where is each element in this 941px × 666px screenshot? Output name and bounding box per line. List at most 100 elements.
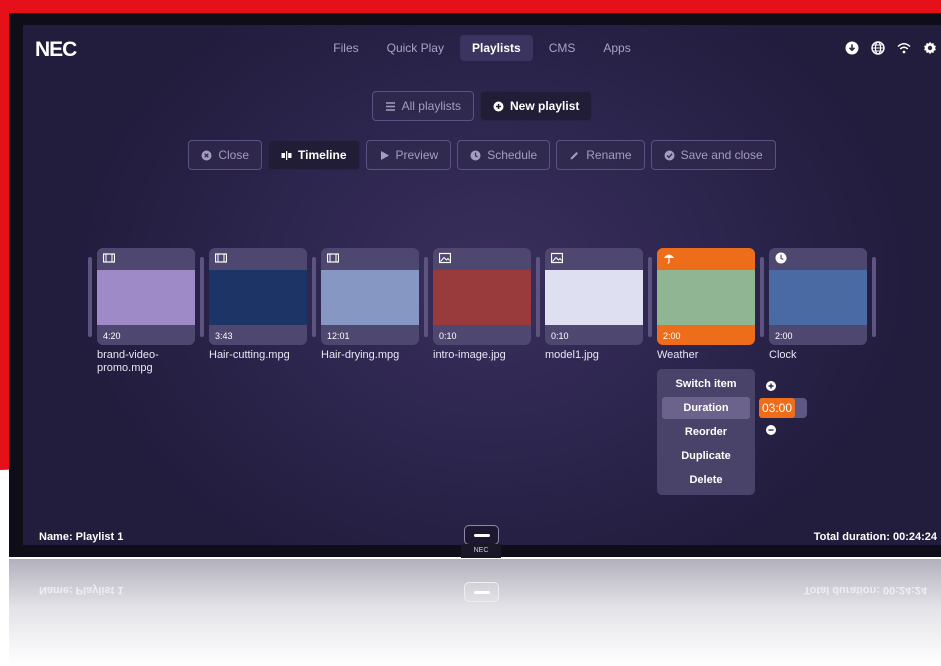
play-icon [380,150,389,160]
preview-button[interactable]: Preview [365,140,452,170]
nav-cms[interactable]: CMS [537,35,588,61]
menu-switch-item[interactable]: Switch item [657,373,755,395]
insert-separator[interactable] [760,257,764,337]
plus-circle-icon [493,101,504,111]
product-photo: NEC Files Quick Play Playlists CMS Apps [0,0,941,666]
menu-duplicate[interactable]: Duplicate [657,445,755,467]
playlist-item-tile[interactable]: 4:20 [97,248,195,345]
clock-icon [775,252,787,264]
umbrella-icon [663,254,675,264]
menu-duration[interactable]: Duration [662,397,750,419]
top-nav: Files Quick Play Playlists CMS Apps [23,35,941,61]
schedule-label: Schedule [487,148,538,162]
playlist-item-tile[interactable]: 0:10 [433,248,531,345]
film-icon [215,253,227,263]
playlist-timeline: 4:20 brand-video-promo.mpg 3:43 Hair-cut… [88,237,876,377]
nav-apps[interactable]: Apps [591,35,642,61]
item-thumbnail [97,270,195,325]
schedule-button[interactable]: Schedule [457,140,551,170]
duration-value[interactable]: 03:00 [759,398,796,418]
item-duration: 4:20 [103,331,121,341]
menu-reorder[interactable]: Reorder [657,421,755,443]
clock-icon [470,150,481,160]
bezel-logo: NEC [461,544,501,558]
minus-icon [474,534,490,537]
globe-icon[interactable] [871,41,885,55]
app-screen: NEC Files Quick Play Playlists CMS Apps [23,25,941,545]
rename-button[interactable]: Rename [556,140,645,170]
reflected-total-duration: Total duration: 00:24:24 [803,584,927,596]
item-duration: 12:01 [327,331,350,341]
item-thumbnail [209,270,307,325]
list-icon [385,101,395,111]
image-icon [551,252,563,264]
nav-files[interactable]: Files [321,35,370,61]
item-thumbnail [769,270,867,325]
item-duration: 2:00 [663,331,681,341]
playlist-item-tile[interactable]: 0:10 [545,248,643,345]
menu-delete[interactable]: Delete [657,469,755,491]
nav-playlists[interactable]: Playlists [459,35,533,61]
close-label: Close [218,148,250,162]
playlist-item-tile-selected[interactable]: 2:00 [657,248,755,345]
system-icons [845,41,937,55]
gear-icon[interactable] [923,41,937,55]
insert-separator[interactable] [88,257,92,337]
close-circle-icon [201,150,212,160]
item-name: brand-video-promo.mpg [97,349,159,374]
item-duration: 3:43 [215,331,233,341]
editor-toolbar: Close Timeline Preview Schedule Rename S… [23,140,941,170]
screen-reflection: Name: Playlist 1 Total duration: 00:24:2… [9,559,941,666]
check-circle-icon [664,150,675,160]
timeline-button[interactable]: Timeline [268,140,360,170]
item-thumbnail [545,270,643,325]
reflected-collapse-button [464,582,499,602]
download-icon[interactable] [845,41,859,55]
insert-separator[interactable] [424,257,428,337]
timeline-icon [281,150,292,160]
save-and-close-label: Save and close [680,148,763,162]
duration-input[interactable]: 03:00 [759,398,807,418]
save-and-close-button[interactable]: Save and close [650,140,776,170]
collapse-button[interactable] [464,525,499,545]
total-duration: Total duration: 00:24:24 [813,531,937,543]
item-thumbnail [321,270,419,325]
wifi-icon[interactable] [897,41,911,55]
increase-duration-icon[interactable] [766,381,776,391]
insert-separator[interactable] [536,257,540,337]
item-duration: 0:10 [439,331,457,341]
insert-separator[interactable] [200,257,204,337]
rename-label: Rename [586,148,632,162]
playlist-item-tile[interactable]: 12:01 [321,248,419,345]
reflected-playlist-name: Name: Playlist 1 [39,584,124,596]
image-icon [439,252,451,264]
item-duration: 0:10 [551,331,569,341]
playlist-name: Name: Playlist 1 [39,531,124,543]
item-name: Weather [657,349,699,361]
item-name: intro-image.jpg [433,349,506,361]
new-playlist-button[interactable]: New playlist [480,91,593,121]
playlist-item-tile[interactable]: 3:43 [209,248,307,345]
preview-label: Preview [395,148,439,162]
pencil-icon [570,151,579,159]
film-icon [327,253,339,263]
item-name: Hair-drying.mpg [321,349,400,361]
playlist-item-tile[interactable]: 2:00 [769,248,867,345]
all-playlists-button[interactable]: All playlists [371,91,474,121]
reflected-minus-icon [474,591,490,594]
item-thumbnail [657,270,755,325]
item-name: Clock [769,349,797,361]
close-button[interactable]: Close [188,140,263,170]
film-icon [103,253,115,263]
insert-separator[interactable] [872,257,876,337]
playlist-actions: All playlists New playlist [23,91,941,121]
all-playlists-label: All playlists [401,99,461,113]
item-name: Hair-cutting.mpg [209,349,290,361]
insert-separator[interactable] [648,257,652,337]
item-duration: 2:00 [775,331,793,341]
insert-separator[interactable] [312,257,316,337]
timeline-label: Timeline [298,148,347,162]
nav-quick-play[interactable]: Quick Play [375,35,456,61]
decrease-duration-icon[interactable] [766,425,776,435]
new-playlist-label: New playlist [510,99,580,113]
